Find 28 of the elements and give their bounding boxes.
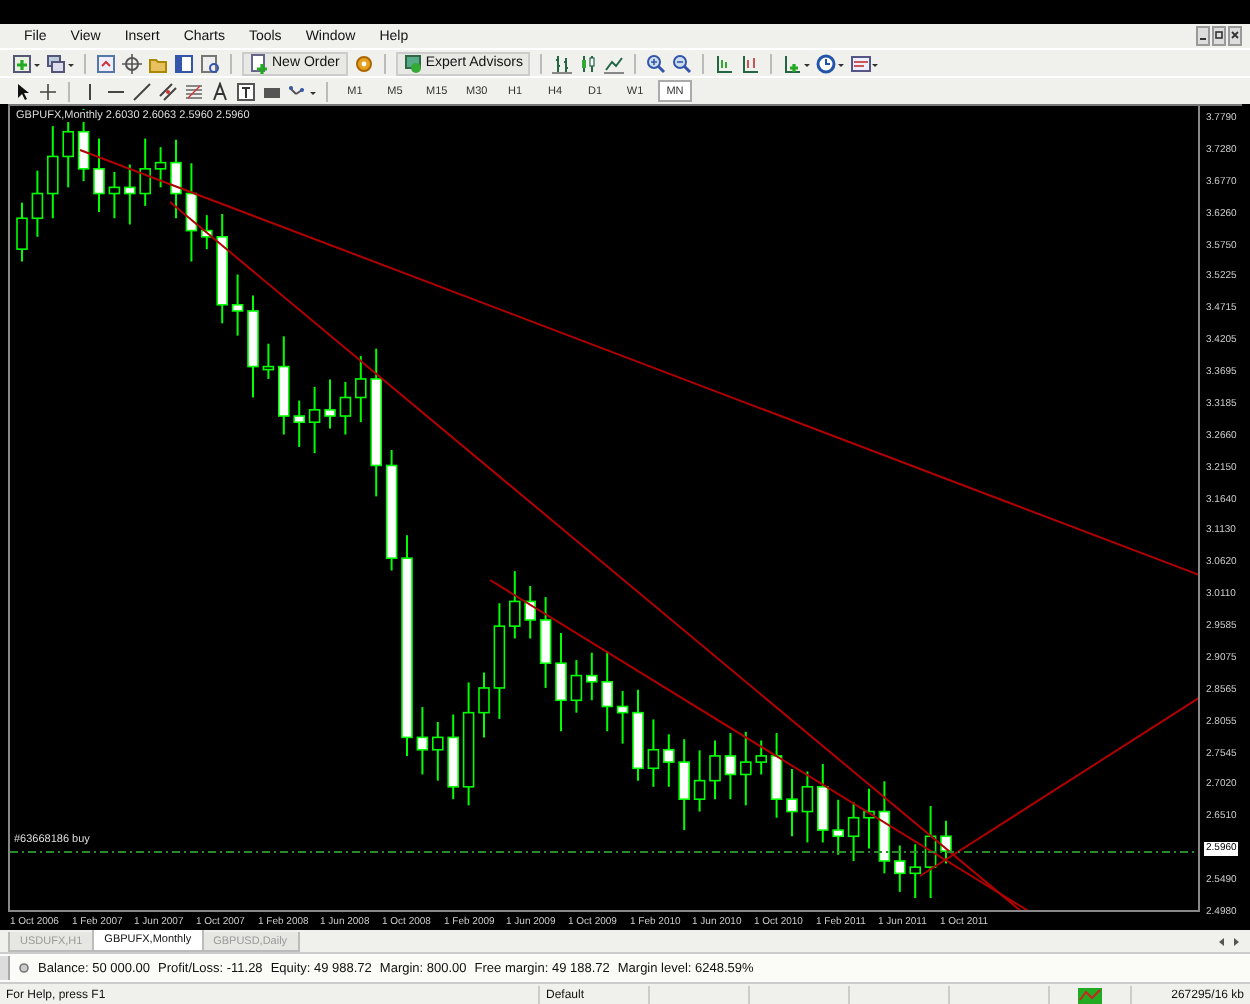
indicators-icon[interactable] [782,53,811,73]
minimize-icon[interactable] [1196,26,1210,46]
text-label-icon[interactable] [236,81,256,101]
templates-icon[interactable] [850,53,879,73]
profiles-icon[interactable] [46,53,74,73]
panel-grip[interactable] [0,956,10,980]
new-chart-icon[interactable] [12,53,40,73]
crosshair-target-icon[interactable] [122,53,142,73]
line-chart-icon[interactable] [604,53,625,73]
trendline-icon[interactable] [132,81,152,101]
connection-icon [1078,986,1102,1004]
cursor-icon[interactable] [12,81,32,101]
text-letter-icon[interactable] [210,81,230,101]
channel-icon[interactable] [158,81,178,101]
close-icon[interactable] [1228,26,1242,46]
zoom-out-icon[interactable] [672,53,693,73]
bar-chart-icon[interactable] [552,53,573,73]
zoom-in-icon[interactable] [646,53,667,73]
restore-icon[interactable] [1212,26,1226,46]
shapes-icon[interactable] [288,81,316,101]
document-plus-icon[interactable] [250,53,268,73]
autoscroll-icon[interactable] [740,53,761,73]
candlestick-icon[interactable] [578,53,599,73]
fibonacci-icon[interactable] [184,81,204,101]
window-icon[interactable] [174,53,194,73]
chart-shift-icon[interactable] [714,53,735,73]
crosshair-icon[interactable] [38,81,58,101]
clock-icon[interactable] [816,53,845,73]
